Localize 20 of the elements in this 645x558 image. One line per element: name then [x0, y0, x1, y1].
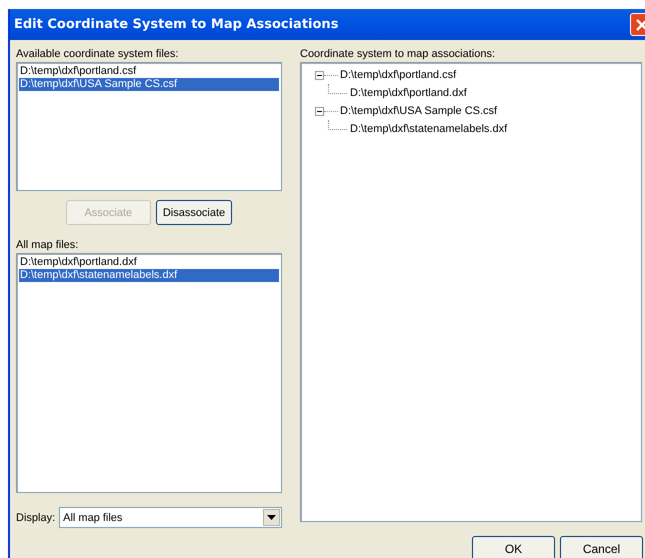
tree-item[interactable]: D:\temp\dxf\USA Sample CS.csf — [340, 105, 498, 117]
list-item[interactable]: D:\temp\dxf\portland.dxf — [19, 256, 279, 269]
list-label: Available coordinate system files: — [16, 47, 180, 62]
list-item[interactable]: D:\temp\dxf\portland.csf — [19, 65, 279, 78]
list-label: All map files: — [16, 238, 80, 253]
display-dropdown[interactable]: All map files — [59, 507, 282, 528]
display-label: Display: — [16, 512, 56, 524]
action-button[interactable]: Disassociate — [156, 200, 232, 225]
tree-item[interactable]: D:\temp\dxf\statenamelabels.dxf — [350, 123, 508, 135]
collapse-icon[interactable] — [315, 106, 324, 116]
cancel-button[interactable]: Cancel — [560, 536, 643, 558]
close-icon — [634, 18, 645, 32]
ok-button[interactable]: OK — [472, 536, 555, 558]
tree-item[interactable]: D:\temp\dxf\portland.csf — [340, 69, 456, 81]
list-item[interactable]: D:\temp\dxf\statenamelabels.dxf — [19, 269, 279, 282]
collapse-icon[interactable] — [315, 70, 324, 80]
list-item[interactable]: D:\temp\dxf\USA Sample CS.csf — [19, 78, 279, 91]
tree-label: Coordinate system to map associations: — [300, 47, 496, 62]
tree-item[interactable]: D:\temp\dxf\portland.dxf — [350, 87, 467, 99]
window-title: Edit Coordinate System to Map Associations — [14, 17, 338, 32]
